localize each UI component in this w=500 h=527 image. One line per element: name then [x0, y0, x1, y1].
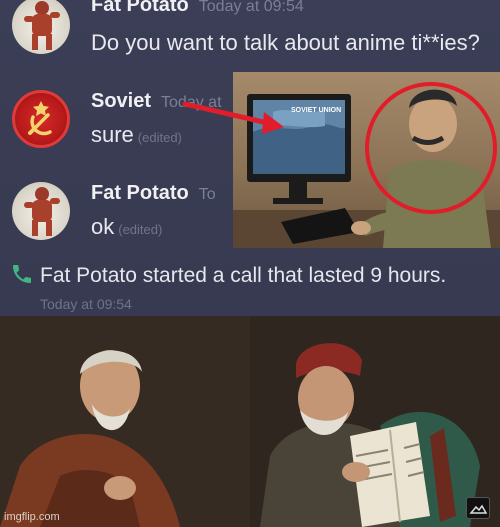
- message-text: Do you want to talk about anime ti**ies?: [91, 30, 480, 55]
- call-timestamp: Today at 09:54: [40, 296, 132, 312]
- message-timestamp: To: [198, 186, 216, 203]
- soviet-avatar[interactable]: [12, 90, 70, 148]
- phone-icon: [13, 265, 31, 283]
- message-author[interactable]: Soviet: [91, 90, 151, 112]
- watermark: imgflip.com: [4, 511, 60, 523]
- call-text: Fat Potato started a call that lasted 9 …: [40, 264, 447, 287]
- screen-text: SOVIET UNION: [291, 107, 341, 114]
- chat-panel: Fat Potato Today at 09:54 Do you want to …: [0, 0, 500, 316]
- philosophers-painting: imgflip.com: [0, 316, 500, 527]
- edited-tag: (edited): [137, 130, 182, 145]
- message-text: ok: [91, 214, 115, 239]
- call-notice: Fat Potato started a call that lasted 9 …: [10, 262, 446, 288]
- message-text: sure: [91, 122, 134, 147]
- message-timestamp: Today at: [161, 94, 222, 111]
- message-author[interactable]: Fat Potato: [91, 0, 189, 16]
- message-author[interactable]: Fat Potato: [91, 182, 189, 204]
- fat-potato-avatar[interactable]: [12, 182, 70, 240]
- fat-potato-avatar[interactable]: [12, 0, 70, 54]
- message-timestamp: Today at 09:54: [198, 0, 304, 15]
- edited-tag: (edited): [118, 222, 163, 237]
- stalin-photo-inset: SOVIET UNION: [233, 72, 500, 248]
- image-icon[interactable]: [466, 497, 490, 519]
